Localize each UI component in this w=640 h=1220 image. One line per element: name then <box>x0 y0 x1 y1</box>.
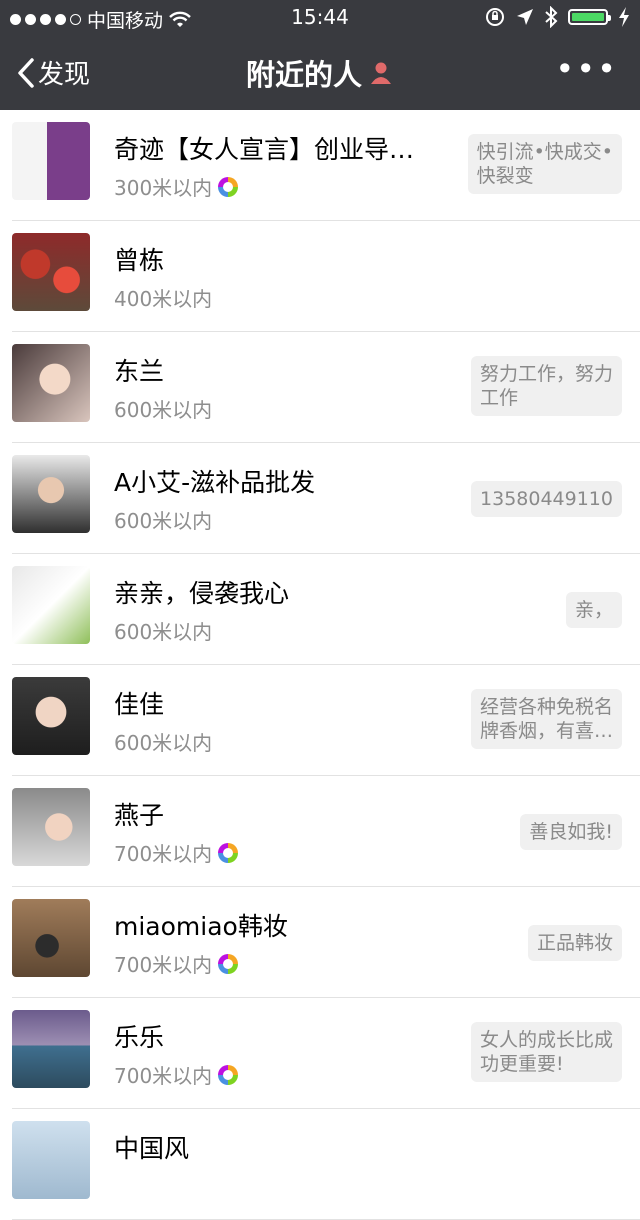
status-right <box>484 6 630 28</box>
distance-row: 600米以内 <box>114 727 212 756</box>
signature-bubble: 经营各种免税名 牌香烟，有喜… <box>470 689 622 749</box>
signature-line: 努力工作，努力 <box>479 363 613 385</box>
list-item[interactable]: A小艾-滋补品批发 600米以内 13580449110 <box>0 443 640 554</box>
signature-line: 工作 <box>479 387 518 409</box>
list-item[interactable]: 东兰 600米以内 努力工作，努力 工作 <box>0 332 640 443</box>
distance-row: 700米以内 <box>114 1060 239 1089</box>
signature-line: 女人的成长比成 <box>479 1029 613 1051</box>
person-name: A小艾-滋补品批发 <box>114 468 316 497</box>
distance-label: 600米以内 <box>114 398 213 422</box>
status-bar: 中国移动 15:44 <box>0 0 640 36</box>
distance-label: 300米以内 <box>114 176 213 200</box>
signature-bubble: 努力工作，努力 工作 <box>470 356 622 416</box>
location-arrow-icon <box>517 9 533 25</box>
distance-label: 700米以内 <box>114 1064 213 1088</box>
distance-row: 600米以内 <box>114 505 212 534</box>
person-name: 佳佳 <box>114 690 165 719</box>
person-name: 乐乐 <box>114 1023 165 1052</box>
avatar <box>12 566 90 644</box>
distance-row: 600米以内 <box>114 394 212 423</box>
battery-icon <box>568 9 611 25</box>
distance-label: 400米以内 <box>114 287 213 311</box>
distance-row: 300米以内 <box>114 172 239 201</box>
list-item[interactable]: 佳佳 600米以内 经营各种免税名 牌香烟，有喜… <box>0 665 640 776</box>
bluetooth-icon <box>545 6 558 28</box>
list-item[interactable]: 曾栋 400米以内 <box>0 221 640 332</box>
signature-bubble: 快引流•快成交• 快裂变 <box>467 134 622 194</box>
person-name: 中国风 <box>114 1134 190 1163</box>
avatar <box>12 344 90 422</box>
list-item[interactable]: 燕子 700米以内 善良如我! <box>0 776 640 887</box>
distance-label: 600米以内 <box>114 620 213 644</box>
more-button[interactable]: ••• <box>555 50 618 88</box>
signature-line: 快裂变 <box>476 165 534 187</box>
page-title: 附近的人 <box>0 52 640 94</box>
navigation-bar: 发现 附近的人 ••• <box>0 36 640 110</box>
distance-row: 400米以内 <box>114 283 212 312</box>
signature-bubble: 女人的成长比成 功更重要! <box>470 1022 622 1082</box>
distance-row: 700米以内 <box>114 949 239 978</box>
page-title-text: 附近的人 <box>245 58 362 92</box>
distance-label: 600米以内 <box>114 509 213 533</box>
nearby-people-list: 奇迹【女人宣言】创业导… 300米以内 快引流•快成交• 快裂变曾栋 400米以内东兰 6… <box>0 110 640 1220</box>
avatar <box>12 1010 90 1088</box>
person-name: 奇迹【女人宣言】创业导… <box>114 135 415 164</box>
person-name: miaomiao韩妆 <box>114 912 288 941</box>
signature-line: 快引流•快成交• <box>476 141 613 163</box>
distance-label: 700米以内 <box>114 953 213 977</box>
list-item[interactable]: 乐乐 700米以内 女人的成长比成 功更重要! <box>0 998 640 1109</box>
signature-line: 亲， <box>574 599 613 621</box>
charging-icon <box>619 7 629 27</box>
distance-row: 600米以内 <box>114 616 212 645</box>
signature-line: 功更重要! <box>479 1053 564 1075</box>
list-item[interactable]: miaomiao韩妆 700米以内 正品韩妆 <box>0 887 640 998</box>
top-bar: 中国移动 15:44 发现 附近的人 ••• <box>0 0 640 110</box>
list-item[interactable]: 奇迹【女人宣言】创业导… 300米以内 快引流•快成交• 快裂变 <box>0 110 640 221</box>
female-person-icon <box>371 62 391 84</box>
signature-line: 正品韩妆 <box>536 932 613 954</box>
avatar <box>12 233 90 311</box>
distance-label: 700米以内 <box>114 842 213 866</box>
avatar <box>12 455 90 533</box>
signature-line: 善良如我! <box>529 821 613 843</box>
avatar <box>12 899 90 977</box>
distance-row: 700米以内 <box>114 838 239 867</box>
moments-icon <box>218 953 239 974</box>
moments-icon <box>218 1064 239 1085</box>
avatar <box>12 122 90 200</box>
signature-bubble: 亲， <box>565 592 622 628</box>
person-name: 燕子 <box>114 801 165 830</box>
signature-line: 牌香烟，有喜… <box>479 720 613 742</box>
signature-line: 经营各种免税名 <box>479 696 613 718</box>
distance-label: 600米以内 <box>114 731 213 755</box>
signature-bubble: 正品韩妆 <box>527 925 622 961</box>
moments-icon <box>218 842 239 863</box>
person-name: 曾栋 <box>114 246 165 275</box>
avatar <box>12 1121 90 1199</box>
list-item[interactable]: 亲亲，侵袭我心 600米以内 亲， <box>0 554 640 665</box>
moments-icon <box>218 176 239 197</box>
rotation-lock-icon <box>486 8 504 26</box>
person-name: 东兰 <box>114 357 165 386</box>
person-name: 亲亲，侵袭我心 <box>114 579 290 608</box>
avatar <box>12 677 90 755</box>
avatar <box>12 788 90 866</box>
signature-bubble: 善良如我! <box>520 814 622 850</box>
signature-line: 13580449110 <box>480 488 613 510</box>
signature-bubble: 13580449110 <box>471 481 622 517</box>
list-item[interactable]: 中国风 <box>0 1109 640 1220</box>
